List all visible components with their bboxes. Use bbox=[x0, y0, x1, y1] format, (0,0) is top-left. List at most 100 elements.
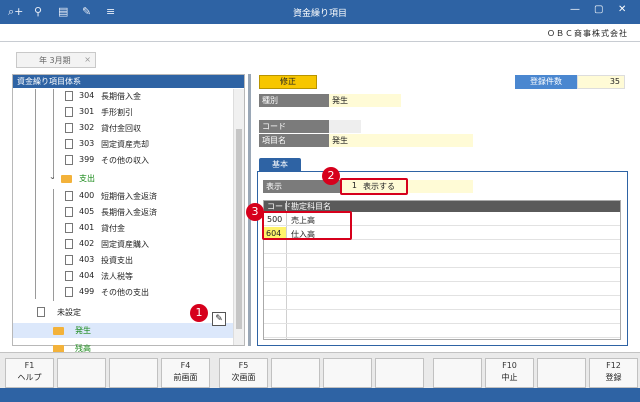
callout-badge-2: 2 bbox=[322, 167, 340, 185]
tree-item[interactable]: 403 投資支出 bbox=[13, 253, 233, 268]
grid-row-empty[interactable] bbox=[264, 325, 620, 338]
fkey-number: F4 bbox=[180, 361, 191, 370]
type-value: 発生 bbox=[329, 94, 401, 107]
code-field[interactable] bbox=[329, 120, 361, 133]
item-code: 304 bbox=[79, 91, 95, 100]
f7-button[interactable] bbox=[323, 358, 372, 388]
folder-icon bbox=[53, 327, 64, 335]
folder-name: 支出 bbox=[79, 174, 95, 183]
grid-row-empty[interactable] bbox=[264, 255, 620, 268]
item-code: 405 bbox=[79, 207, 95, 216]
tree-item[interactable]: 402 固定資産購入 bbox=[13, 237, 233, 252]
name-field[interactable]: 発生 bbox=[329, 134, 473, 147]
restore-icon[interactable]: ▢ bbox=[594, 4, 603, 15]
tree-item[interactable]: 304 長期借入金 bbox=[13, 89, 233, 104]
item-name: 固定資産購入 bbox=[101, 240, 149, 249]
f4-prev-screen-button[interactable]: F4 前画面 bbox=[161, 358, 210, 388]
period-text: 年 3月期 bbox=[39, 56, 71, 65]
f11-button[interactable] bbox=[537, 358, 586, 388]
document-icon bbox=[37, 307, 45, 317]
grid-row-empty[interactable] bbox=[264, 297, 620, 310]
tree-scrollbar[interactable] bbox=[233, 89, 244, 345]
item-name: 法人税等 bbox=[101, 272, 133, 281]
status-bar bbox=[0, 388, 640, 402]
f2-button[interactable] bbox=[57, 358, 106, 388]
item-code: 301 bbox=[79, 107, 95, 116]
tree-item[interactable]: 401 貸付金 bbox=[13, 221, 233, 236]
item-code: 499 bbox=[79, 287, 95, 296]
f5-next-screen-button[interactable]: F5 次画面 bbox=[219, 358, 268, 388]
item-code: 404 bbox=[79, 271, 95, 280]
callout-badge-3: 3 bbox=[246, 203, 264, 221]
fkey-label: 中止 bbox=[501, 373, 518, 382]
tree-item[interactable]: 302 貸付金回収 bbox=[13, 121, 233, 136]
item-code: 402 bbox=[79, 239, 95, 248]
f12-register-button[interactable]: F12 登録 bbox=[589, 358, 638, 388]
item-name: 投資支出 bbox=[101, 256, 133, 265]
document-icon bbox=[65, 155, 73, 165]
f1-help-button[interactable]: F1 ヘルプ bbox=[5, 358, 54, 388]
f10-cancel-button[interactable]: F10 中止 bbox=[485, 358, 534, 388]
header-divider bbox=[0, 41, 640, 42]
grid-row-empty[interactable] bbox=[264, 311, 620, 324]
document-icon bbox=[65, 107, 73, 117]
tree-item[interactable]: 301 手形割引 bbox=[13, 105, 233, 120]
code-label: コード bbox=[259, 120, 329, 133]
callout-box-3 bbox=[262, 211, 352, 240]
callout-badge-1: 1 bbox=[190, 304, 208, 322]
company-name: ＯＢＣ商事株式会社 bbox=[547, 29, 628, 38]
f3-button[interactable] bbox=[109, 358, 158, 388]
period-clear-icon[interactable]: × bbox=[84, 55, 91, 64]
item-name: 未設定 bbox=[57, 308, 81, 317]
document-icon bbox=[65, 223, 73, 233]
item-name: 貸付金回収 bbox=[101, 124, 141, 133]
tree-item[interactable]: 399 その他の収入 bbox=[13, 153, 233, 168]
fkey-number: F10 bbox=[502, 361, 517, 370]
document-icon bbox=[65, 139, 73, 149]
minimize-icon[interactable]: — bbox=[570, 4, 580, 15]
tree-item[interactable]: 404 法人税等 bbox=[13, 269, 233, 284]
item-code: 401 bbox=[79, 223, 95, 232]
type-label: 種別 bbox=[259, 94, 329, 107]
folder-icon bbox=[61, 175, 72, 183]
item-name: その他の収入 bbox=[101, 156, 149, 165]
callout-box-2 bbox=[340, 178, 408, 195]
count-value: 35 bbox=[577, 75, 625, 89]
f6-button[interactable] bbox=[271, 358, 320, 388]
fkey-label: 前画面 bbox=[173, 373, 198, 382]
count-label: 登録件数 bbox=[515, 75, 577, 89]
scroll-thumb[interactable] bbox=[236, 129, 242, 329]
item-tree-panel: 資金繰り項目体系 304 長期借入金 301 手形割引 302 貸付金回収 30… bbox=[12, 74, 245, 353]
grid-row-empty[interactable] bbox=[264, 283, 620, 296]
tree-item[interactable]: 303 固定資産売却 bbox=[13, 137, 233, 152]
window-title: 資金繰り項目 bbox=[292, 9, 347, 19]
tree-folder-selected[interactable]: 発生 bbox=[13, 323, 233, 338]
tree-folder[interactable]: ⌄ 支出 bbox=[13, 171, 233, 186]
grid-row-empty[interactable] bbox=[264, 269, 620, 282]
modify-mode-button[interactable]: 修正 bbox=[259, 75, 317, 89]
close-icon[interactable]: ✕ bbox=[618, 4, 626, 15]
fkey-number: F12 bbox=[606, 361, 621, 370]
item-code: 302 bbox=[79, 123, 95, 132]
tree-item[interactable]: 405 長期借入金返済 bbox=[13, 205, 233, 220]
f9-button[interactable] bbox=[433, 358, 482, 388]
item-name: 手形割引 bbox=[101, 108, 133, 117]
document-icon bbox=[65, 239, 73, 249]
fkey-number: F5 bbox=[238, 361, 249, 370]
item-name: 長期借入金 bbox=[101, 92, 141, 101]
chevron-down-icon[interactable]: ⌄ bbox=[49, 172, 56, 181]
grid-row-empty[interactable] bbox=[264, 241, 620, 254]
item-name: その他の支出 bbox=[101, 288, 149, 297]
tree-title: 資金繰り項目体系 bbox=[13, 75, 244, 88]
edit-pencil-icon[interactable]: ✎ bbox=[212, 312, 226, 326]
period-field[interactable]: 年 3月期 × bbox=[16, 52, 96, 68]
document-icon bbox=[65, 271, 73, 281]
document-icon bbox=[65, 191, 73, 201]
tree-item[interactable]: 400 短期借入金返済 bbox=[13, 189, 233, 204]
tab-basic[interactable]: 基本 bbox=[259, 158, 301, 171]
f8-button[interactable] bbox=[375, 358, 424, 388]
item-name: 短期借入金返済 bbox=[101, 192, 157, 201]
item-name: 固定資産売却 bbox=[101, 140, 149, 149]
document-icon bbox=[65, 123, 73, 133]
tree-item[interactable]: 499 その他の支出 bbox=[13, 285, 233, 300]
